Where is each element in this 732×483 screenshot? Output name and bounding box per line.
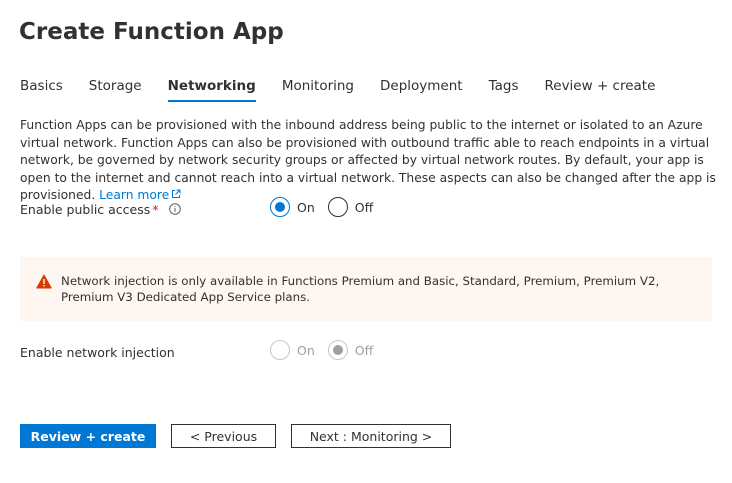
tab-basics[interactable]: Basics xyxy=(20,76,63,102)
public-access-label-text: Enable public access xyxy=(20,202,151,217)
previous-button[interactable]: < Previous xyxy=(171,424,276,448)
tab-networking[interactable]: Networking xyxy=(167,76,256,102)
wizard-tabs: Basics Storage Networking Monitoring Dep… xyxy=(20,76,681,104)
network-injection-warning-banner: Network injection is only available in F… xyxy=(20,257,712,321)
radio-circle xyxy=(270,197,290,217)
info-icon[interactable] xyxy=(168,203,181,215)
required-marker: * xyxy=(152,202,159,217)
radio-circle xyxy=(327,197,348,217)
network-injection-off-radio[interactable]: Off xyxy=(327,340,374,360)
radio-label-off: Off xyxy=(354,342,374,358)
learn-more-label: Learn more xyxy=(99,188,170,202)
radio-circle xyxy=(327,340,348,360)
next-monitoring-button[interactable]: Next : Monitoring > xyxy=(291,424,451,448)
network-injection-on-radio[interactable]: On xyxy=(270,340,315,360)
tab-monitoring[interactable]: Monitoring xyxy=(282,76,354,102)
network-injection-label: Enable network injection xyxy=(20,345,175,360)
public-access-radio-group: On Off xyxy=(270,197,386,217)
tab-tags[interactable]: Tags xyxy=(489,76,519,102)
network-injection-radio-group: On Off xyxy=(270,340,386,360)
banner-text: Network injection is only available in F… xyxy=(61,274,660,304)
radio-label-off: Off xyxy=(354,199,374,215)
public-access-off-radio[interactable]: Off xyxy=(327,197,374,217)
radio-circle xyxy=(270,340,290,360)
review-create-button[interactable]: Review + create xyxy=(20,424,156,448)
tab-deployment[interactable]: Deployment xyxy=(380,76,463,102)
public-access-label: Enable public access * xyxy=(20,202,181,217)
page-title: Create Function App xyxy=(19,19,284,45)
tab-storage[interactable]: Storage xyxy=(89,76,142,102)
public-access-on-radio[interactable]: On xyxy=(270,197,315,217)
radio-label-on: On xyxy=(297,342,315,358)
learn-more-link[interactable]: Learn more xyxy=(99,188,181,202)
warning-icon xyxy=(36,274,52,289)
radio-label-on: On xyxy=(297,199,315,215)
networking-description: Function Apps can be provisioned with th… xyxy=(20,117,720,205)
external-link-icon xyxy=(172,189,181,198)
tab-review-create[interactable]: Review + create xyxy=(544,76,655,102)
